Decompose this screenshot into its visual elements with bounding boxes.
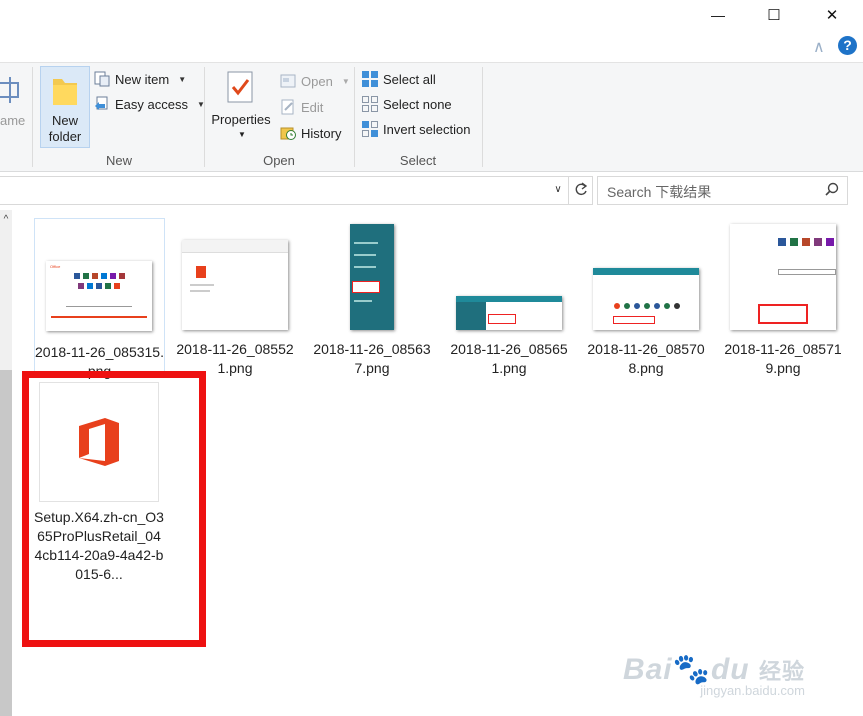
group-divider xyxy=(32,67,33,167)
close-button[interactable]: ✕ xyxy=(809,0,855,30)
invert-selection-label: Invert selection xyxy=(383,121,471,137)
new-item-icon xyxy=(94,71,110,87)
file-item[interactable]: Office 2018-11-26_085315.png xyxy=(34,218,165,379)
open-button[interactable]: Open ▼ xyxy=(280,73,350,89)
properties-icon xyxy=(226,70,256,107)
properties-label: Properties xyxy=(211,112,271,127)
address-bar[interactable]: ∨ xyxy=(0,176,593,205)
select-none-label: Select none xyxy=(383,96,452,112)
chevron-down-icon: ▼ xyxy=(178,74,187,84)
history-label: History xyxy=(301,125,342,141)
select-none-button[interactable]: Select none xyxy=(362,96,452,112)
easy-access-button[interactable]: Easy access ▼ xyxy=(94,96,205,112)
paw-icon: 🐾 xyxy=(672,653,711,686)
file-name: 2018-11-26_085637.png xyxy=(313,341,431,376)
file-name: 2018-11-26_085708.png xyxy=(587,341,705,376)
image-thumbnail xyxy=(350,224,394,330)
file-item[interactable]: 2018-11-26_085521.png xyxy=(171,218,299,378)
scroll-up-icon[interactable]: ^ xyxy=(0,214,12,225)
open-icon xyxy=(280,73,296,89)
search-icon[interactable] xyxy=(824,182,840,201)
select-all-icon xyxy=(362,71,378,87)
maximize-button[interactable]: ☐ xyxy=(751,0,797,30)
thumbnail-frame xyxy=(171,218,299,330)
edit-label: Edit xyxy=(301,99,324,115)
rename-label: ame xyxy=(0,113,26,128)
help-icon[interactable]: ? xyxy=(838,36,857,55)
easy-access-icon xyxy=(94,96,110,112)
new-folder-label-1: New xyxy=(51,113,78,128)
scrollbar-thumb[interactable] xyxy=(0,370,12,716)
thumbnail-frame xyxy=(582,218,710,330)
select-all-button[interactable]: Select all xyxy=(362,71,436,87)
watermark-brand-part-1: Bai xyxy=(622,653,673,686)
watermark-brand: Bai🐾du 经验 xyxy=(623,652,805,687)
image-thumbnail xyxy=(182,240,288,330)
file-name: 2018-11-26_085719.png xyxy=(724,341,842,376)
image-thumbnail: Office xyxy=(46,261,152,331)
watermark-brand-part-2: du xyxy=(710,653,750,686)
title-bar: — ☐ ✕ xyxy=(0,0,863,30)
file-item[interactable]: 2018-11-26_085651.png xyxy=(445,218,573,378)
thumbnail-frame xyxy=(308,218,436,330)
select-all-label: Select all xyxy=(383,71,436,87)
new-folder-button[interactable]: New folder xyxy=(40,66,90,148)
baidu-jingyan-watermark: Bai🐾du 经验 jingyan.baidu.com xyxy=(623,652,805,698)
open-label: Open xyxy=(301,73,333,89)
edit-button[interactable]: Edit xyxy=(280,99,323,115)
search-box[interactable]: Search 下载结果 xyxy=(597,176,848,205)
annotation-highlight-box xyxy=(22,371,206,647)
chevron-down-icon: ▼ xyxy=(341,76,350,86)
edit-icon xyxy=(280,99,296,115)
file-name: 2018-11-26_085651.png xyxy=(450,341,568,376)
properties-button[interactable]: Properties ▼ xyxy=(208,66,274,146)
chevron-down-icon: ▼ xyxy=(238,130,246,139)
new-item-button[interactable]: New item ▼ xyxy=(94,71,186,87)
rename-icon[interactable] xyxy=(0,75,22,103)
easy-access-label: Easy access xyxy=(115,96,188,112)
invert-selection-button[interactable]: Invert selection xyxy=(362,121,470,137)
ribbon-collapse-icon[interactable]: ∧ xyxy=(813,37,831,56)
select-none-icon xyxy=(362,96,378,112)
folder-icon xyxy=(51,73,79,110)
ribbon: ame New folder New item ▼ Easy access ▼ Ne… xyxy=(0,62,863,172)
group-divider xyxy=(204,67,205,167)
thumbnail-frame xyxy=(719,218,847,330)
group-label-open: Open xyxy=(263,153,295,168)
history-button[interactable]: History xyxy=(280,125,341,141)
invert-selection-icon xyxy=(362,121,378,137)
watermark-chinese: 经验 xyxy=(758,659,805,684)
minimize-button[interactable]: — xyxy=(695,0,741,30)
file-item[interactable]: 2018-11-26_085708.png xyxy=(582,218,710,378)
image-thumbnail xyxy=(593,268,699,330)
file-item[interactable]: 2018-11-26_085637.png xyxy=(308,218,436,378)
thumbnail-frame xyxy=(445,218,573,330)
image-thumbnail xyxy=(730,224,836,330)
divider xyxy=(568,177,569,204)
group-label-new: New xyxy=(105,153,132,168)
refresh-icon[interactable] xyxy=(572,180,590,200)
new-folder-label-2: folder xyxy=(48,129,82,144)
search-input[interactable]: Search 下载结果 xyxy=(607,182,711,202)
group-divider xyxy=(354,67,355,167)
file-item[interactable]: 2018-11-26_085719.png xyxy=(719,218,847,378)
image-thumbnail xyxy=(456,296,562,330)
group-label-select: Select xyxy=(399,153,437,168)
history-icon xyxy=(280,125,296,141)
chevron-down-icon[interactable]: ∨ xyxy=(550,181,566,199)
group-divider xyxy=(482,67,483,167)
thumbnail-frame: Office xyxy=(35,219,163,331)
new-item-label: New item xyxy=(115,71,170,87)
